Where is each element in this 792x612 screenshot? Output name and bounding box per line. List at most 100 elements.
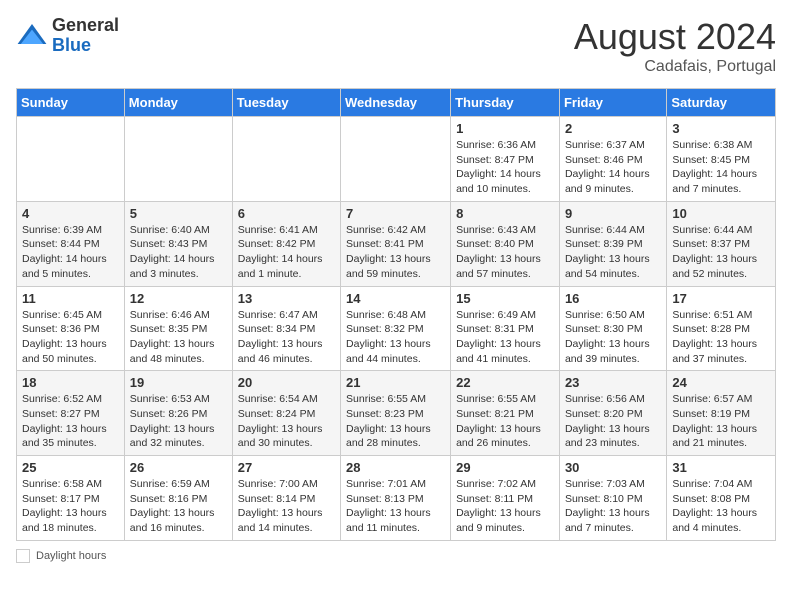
calendar-cell: 11 Sunrise: 6:45 AMSunset: 8:36 PMDayligh… [17, 286, 125, 371]
calendar-cell: 2Sunrise: 6:37 AMSunset: 8:46 PMDaylight… [559, 117, 666, 202]
day-number: 29 [456, 460, 554, 475]
calendar-cell [232, 117, 340, 202]
calendar-cell: 26 Sunrise: 6:59 AMSunset: 8:16 PMDayligh… [124, 456, 232, 541]
logo-icon [16, 20, 48, 52]
calendar-cell: 16Sunrise: 6:50 AMSunset: 8:30 PMDayligh… [559, 286, 666, 371]
calendar-cell: 30 Sunrise: 7:03 AMSunset: 8:10 PMDayligh… [559, 456, 666, 541]
day-number: 31 [672, 460, 770, 475]
day-info: Sunrise: 6:45 AMSunset: 8:36 PMDaylight:… [22, 308, 119, 367]
calendar-cell: 4 Sunrise: 6:39 AMSunset: 8:44 PMDaylight… [17, 201, 125, 286]
day-info: Sunrise: 6:57 AMSunset: 8:19 PMDaylight:… [672, 392, 770, 451]
calendar-cell: 15Sunrise: 6:49 AMSunset: 8:31 PMDayligh… [451, 286, 560, 371]
day-header-tuesday: Tuesday [232, 89, 340, 117]
day-number: 17 [672, 291, 770, 306]
month-year-title: August 2024 [574, 16, 776, 58]
calendar-week-row: 1 Sunrise: 6:36 AMSunset: 8:47 PMDaylight… [17, 117, 776, 202]
logo: General Blue [16, 16, 119, 56]
calendar-week-row: 4 Sunrise: 6:39 AMSunset: 8:44 PMDaylight… [17, 201, 776, 286]
day-info: Sunrise: 6:38 AMSunset: 8:45 PMDaylight:… [672, 138, 770, 197]
day-info: Sunrise: 6:48 AMSunset: 8:32 PMDaylight:… [346, 308, 445, 367]
calendar-cell: 14 Sunrise: 6:48 AMSunset: 8:32 PMDayligh… [341, 286, 451, 371]
location-subtitle: Cadafais, Portugal [574, 58, 776, 76]
day-info: Sunrise: 6:55 AMSunset: 8:23 PMDaylight:… [346, 392, 445, 451]
calendar-cell: 20Sunrise: 6:54 AMSunset: 8:24 PMDayligh… [232, 371, 340, 456]
calendar-cell: 31 Sunrise: 7:04 AMSunset: 8:08 PMDayligh… [667, 456, 776, 541]
day-number: 18 [22, 375, 119, 390]
legend-box [16, 549, 30, 563]
day-info: Sunrise: 6:40 AMSunset: 8:43 PMDaylight:… [130, 223, 227, 282]
calendar-cell: 9Sunrise: 6:44 AMSunset: 8:39 PMDaylight… [559, 201, 666, 286]
calendar-week-row: 18Sunrise: 6:52 AMSunset: 8:27 PMDayligh… [17, 371, 776, 456]
calendar-cell: 8 Sunrise: 6:43 AMSunset: 8:40 PMDaylight… [451, 201, 560, 286]
logo-general: General [52, 16, 119, 36]
day-header-saturday: Saturday [667, 89, 776, 117]
legend-label: Daylight hours [36, 550, 106, 562]
day-number: 8 [456, 206, 554, 221]
day-info: Sunrise: 6:56 AMSunset: 8:20 PMDaylight:… [565, 392, 661, 451]
calendar-cell: 25 Sunrise: 6:58 AMSunset: 8:17 PMDayligh… [17, 456, 125, 541]
day-info: Sunrise: 6:39 AMSunset: 8:44 PMDaylight:… [22, 223, 119, 282]
day-number: 23 [565, 375, 661, 390]
calendar-cell: 17 Sunrise: 6:51 AMSunset: 8:28 PMDayligh… [667, 286, 776, 371]
day-header-wednesday: Wednesday [341, 89, 451, 117]
day-info: Sunrise: 6:36 AMSunset: 8:47 PMDaylight:… [456, 138, 554, 197]
day-number: 5 [130, 206, 227, 221]
day-info: Sunrise: 6:44 AMSunset: 8:37 PMDaylight:… [672, 223, 770, 282]
day-number: 22 [456, 375, 554, 390]
day-number: 19 [130, 375, 227, 390]
day-number: 4 [22, 206, 119, 221]
calendar-cell: 3Sunrise: 6:38 AMSunset: 8:45 PMDaylight… [667, 117, 776, 202]
day-number: 10 [672, 206, 770, 221]
day-info: Sunrise: 6:46 AMSunset: 8:35 PMDaylight:… [130, 308, 227, 367]
day-number: 21 [346, 375, 445, 390]
logo-text: General Blue [52, 16, 119, 56]
calendar-cell [17, 117, 125, 202]
calendar-cell: 29Sunrise: 7:02 AMSunset: 8:11 PMDayligh… [451, 456, 560, 541]
calendar-week-row: 25 Sunrise: 6:58 AMSunset: 8:17 PMDayligh… [17, 456, 776, 541]
day-info: Sunrise: 6:51 AMSunset: 8:28 PMDaylight:… [672, 308, 770, 367]
day-info: Sunrise: 6:58 AMSunset: 8:17 PMDaylight:… [22, 477, 119, 536]
day-number: 27 [238, 460, 335, 475]
calendar-cell: 6Sunrise: 6:41 AMSunset: 8:42 PMDaylight… [232, 201, 340, 286]
calendar-cell [124, 117, 232, 202]
day-number: 28 [346, 460, 445, 475]
calendar-cell [341, 117, 451, 202]
day-number: 11 [22, 291, 119, 306]
day-number: 26 [130, 460, 227, 475]
day-info: Sunrise: 6:59 AMSunset: 8:16 PMDaylight:… [130, 477, 227, 536]
day-info: Sunrise: 6:47 AMSunset: 8:34 PMDaylight:… [238, 308, 335, 367]
calendar-table: SundayMondayTuesdayWednesdayThursdayFrid… [16, 88, 776, 541]
day-info: Sunrise: 6:55 AMSunset: 8:21 PMDaylight:… [456, 392, 554, 451]
day-info: Sunrise: 7:00 AMSunset: 8:14 PMDaylight:… [238, 477, 335, 536]
calendar-cell: 23 Sunrise: 6:56 AMSunset: 8:20 PMDayligh… [559, 371, 666, 456]
calendar-header-row: SundayMondayTuesdayWednesdayThursdayFrid… [17, 89, 776, 117]
day-number: 7 [346, 206, 445, 221]
day-info: Sunrise: 6:53 AMSunset: 8:26 PMDaylight:… [130, 392, 227, 451]
day-number: 30 [565, 460, 661, 475]
day-number: 25 [22, 460, 119, 475]
calendar-cell: 19 Sunrise: 6:53 AMSunset: 8:26 PMDayligh… [124, 371, 232, 456]
calendar-week-row: 11 Sunrise: 6:45 AMSunset: 8:36 PMDayligh… [17, 286, 776, 371]
calendar-cell: 5 Sunrise: 6:40 AMSunset: 8:43 PMDaylight… [124, 201, 232, 286]
calendar-cell: 27 Sunrise: 7:00 AMSunset: 8:14 PMDayligh… [232, 456, 340, 541]
calendar-cell: 24Sunrise: 6:57 AMSunset: 8:19 PMDayligh… [667, 371, 776, 456]
day-header-thursday: Thursday [451, 89, 560, 117]
title-area: August 2024 Cadafais, Portugal [574, 16, 776, 76]
day-header-friday: Friday [559, 89, 666, 117]
day-info: Sunrise: 6:43 AMSunset: 8:40 PMDaylight:… [456, 223, 554, 282]
day-info: Sunrise: 7:04 AMSunset: 8:08 PMDaylight:… [672, 477, 770, 536]
day-info: Sunrise: 7:01 AMSunset: 8:13 PMDaylight:… [346, 477, 445, 536]
calendar-cell: 21 Sunrise: 6:55 AMSunset: 8:23 PMDayligh… [341, 371, 451, 456]
day-info: Sunrise: 6:54 AMSunset: 8:24 PMDaylight:… [238, 392, 335, 451]
day-info: Sunrise: 7:03 AMSunset: 8:10 PMDaylight:… [565, 477, 661, 536]
day-info: Sunrise: 6:42 AMSunset: 8:41 PMDaylight:… [346, 223, 445, 282]
day-info: Sunrise: 6:37 AMSunset: 8:46 PMDaylight:… [565, 138, 661, 197]
legend-area: Daylight hours [16, 549, 776, 563]
day-number: 6 [238, 206, 335, 221]
day-number: 16 [565, 291, 661, 306]
calendar-cell: 7 Sunrise: 6:42 AMSunset: 8:41 PMDaylight… [341, 201, 451, 286]
day-number: 14 [346, 291, 445, 306]
day-info: Sunrise: 6:49 AMSunset: 8:31 PMDaylight:… [456, 308, 554, 367]
calendar-cell: 13Sunrise: 6:47 AMSunset: 8:34 PMDayligh… [232, 286, 340, 371]
day-number: 1 [456, 121, 554, 136]
